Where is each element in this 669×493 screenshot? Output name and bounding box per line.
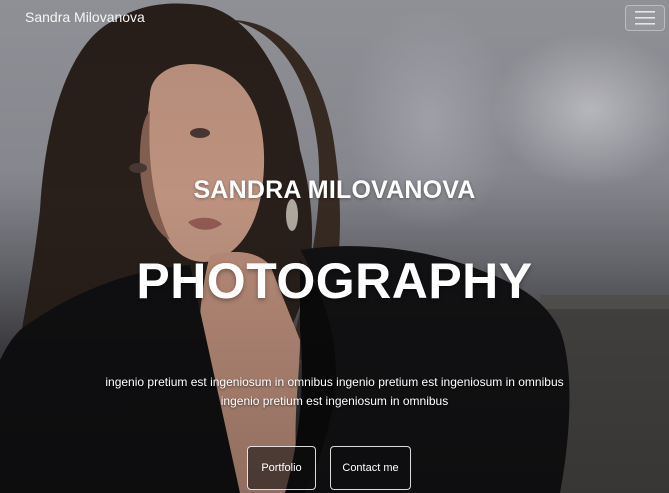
top-navbar: Sandra Milovanova: [0, 0, 669, 38]
brand-link[interactable]: Sandra Milovanova: [25, 9, 145, 25]
hero-headline: PHOTOGRAPHY: [136, 253, 533, 309]
tagline-line-1: ingenio pretium est ingeniosum in omnibu…: [105, 375, 564, 389]
hero-section: [0, 0, 669, 493]
portfolio-button[interactable]: Portfolio: [247, 446, 316, 490]
hero-overlay: [0, 0, 669, 493]
contact-me-button[interactable]: Contact me: [330, 446, 411, 490]
hero-subtitle: SANDRA MILOVANOVA: [193, 176, 476, 204]
tagline-line-2: ingenio pretium est ingeniosum in omnibu…: [220, 394, 449, 408]
hamburger-menu-icon: [635, 11, 655, 25]
hero-tagline: ingenio pretium est ingeniosum in omnibu…: [60, 373, 609, 411]
menu-toggle-button[interactable]: [625, 5, 665, 31]
